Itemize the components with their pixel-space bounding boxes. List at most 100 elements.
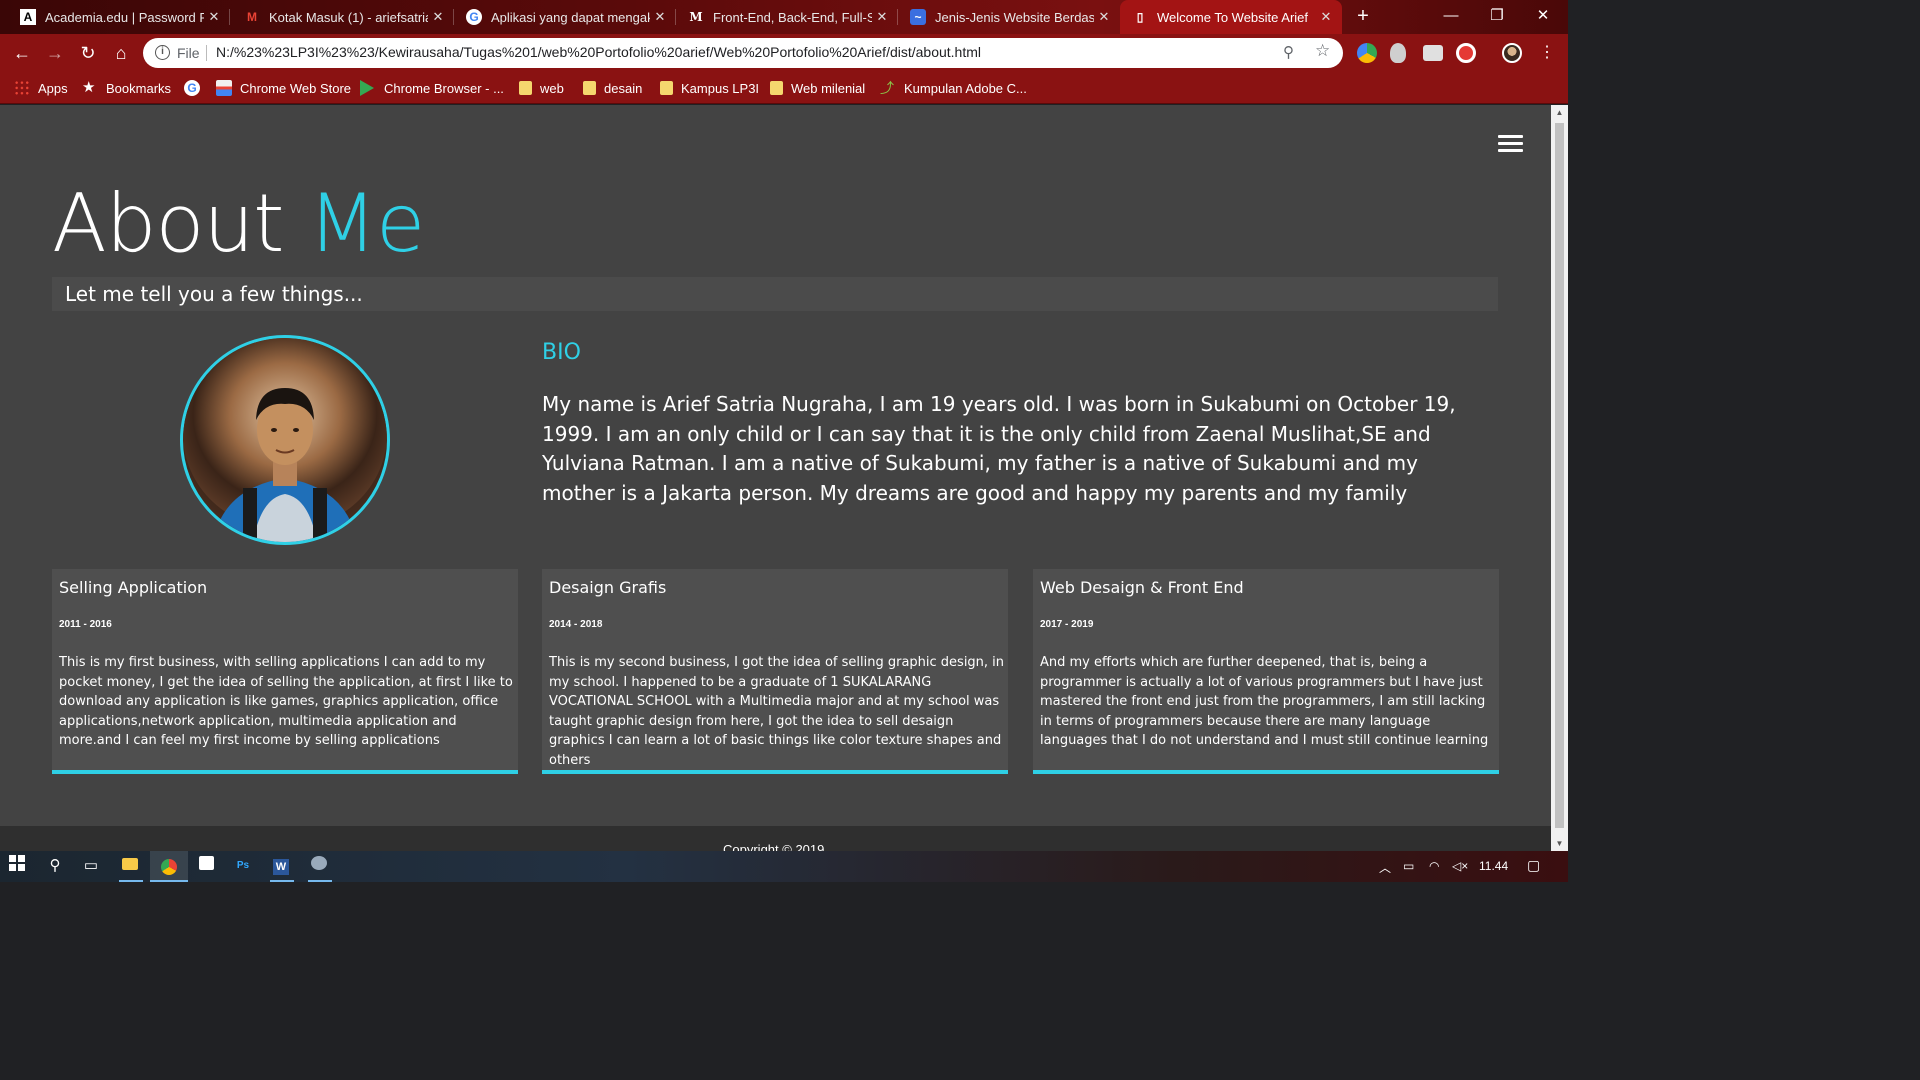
forward-button[interactable]: → [44,42,66,64]
close-tab-icon[interactable]: ✕ [204,9,224,25]
file-explorer-icon[interactable] [119,855,141,877]
bookmark-folder-web-milenial[interactable]: Web milenial [770,78,865,98]
close-tab-icon[interactable]: ✕ [1094,9,1114,25]
profile-photo-illustration [183,338,387,542]
browser-toolbar: ← → ↻ ⌂ i File N:/%23%23LP3I%23%23/Kewir… [0,34,1568,72]
close-window-button[interactable]: ✕ [1520,0,1566,34]
scroll-up-arrow-icon[interactable]: ▲ [1555,108,1564,117]
show-hidden-icons-icon[interactable]: ︿ [1379,859,1391,876]
medium-icon: M [689,10,703,24]
tab-strip: A Academia.edu | Password Re ✕ M Kotak M… [0,0,1568,34]
card-title: Desaign Grafis [549,578,667,597]
battery-icon[interactable]: ▭ [1403,859,1414,873]
menu-kebab-icon[interactable]: ⋮ [1536,42,1558,64]
misc-app-icon[interactable] [308,855,330,877]
scheme-label: File [177,45,200,61]
close-tab-icon[interactable]: ✕ [428,9,448,25]
home-button[interactable]: ⌂ [110,42,132,64]
bookmark-label: Apps [38,80,68,96]
google-icon: G [184,80,200,96]
extension-drive-icon[interactable] [1357,43,1377,63]
tab-title: Aplikasi yang dapat mengak [491,9,650,25]
extension-record-icon[interactable] [1456,43,1476,63]
bookmark-label: Chrome Browser - ... [384,80,504,96]
play-icon [360,80,374,96]
bookmark-chrome-browser[interactable]: Chrome Browser - ... [360,78,504,98]
card-title: Selling Application [59,578,208,597]
scrollbar-thumb[interactable] [1555,123,1564,828]
bookmark-folder-web[interactable]: web [519,78,564,98]
volume-muted-icon[interactable]: ◁× [1452,859,1468,873]
tab-jenis-website[interactable]: ~ Jenis-Jenis Website Berdasar ✕ [898,0,1120,34]
windows-start-icon[interactable] [6,855,28,877]
tab-google[interactable]: G Aplikasi yang dapat mengak ✕ [454,0,676,34]
task-view-icon[interactable]: ▭ [80,855,102,877]
photoshop-icon[interactable]: Ps [232,855,254,877]
folder-icon [583,81,596,95]
bookmark-folder-kampus[interactable]: Kampus LP3I [660,78,759,98]
bio-heading: BIO [542,340,581,365]
chrome-icon[interactable] [150,851,188,882]
tab-title: Front-End, Back-End, Full-Sta [713,9,872,25]
close-tab-icon[interactable]: ✕ [872,9,892,25]
card-years: 2011 - 2016 [59,619,112,630]
profile-photo [180,335,390,545]
bookmark-chrome-web-store[interactable]: Chrome Web Store [216,78,351,98]
back-button[interactable]: ← [11,42,33,64]
subtitle-bar: Let me tell you a few things... [52,277,1498,311]
address-divider [206,45,207,61]
gmail-icon: M [247,10,257,24]
clock[interactable]: 11.44 [1479,859,1508,873]
tab-medium[interactable]: M Front-End, Back-End, Full-Sta ✕ [676,0,898,34]
bookmark-label: Web milenial [791,80,866,96]
google-icon: G [466,9,482,25]
site-icon: ~ [910,9,926,25]
adobe-icon: ⤴ [880,80,894,96]
new-tab-button[interactable]: + [1352,5,1374,27]
hamburger-menu-icon[interactable] [1498,135,1523,152]
profile-avatar-icon[interactable] [1502,43,1522,63]
bookmark-label: desain [604,80,643,96]
search-icon[interactable]: ⚲ [44,855,66,877]
page-title: About Me [52,177,425,270]
zoom-icon[interactable]: ⚲ [1283,43,1294,61]
minimize-button[interactable]: — [1428,0,1474,34]
reload-button[interactable]: ↻ [77,42,99,64]
close-tab-icon[interactable]: ✕ [650,9,670,25]
url-text[interactable]: N:/%23%23LP3I%23%23/Kewirausaha/Tugas%20… [216,44,981,60]
folder-icon [519,81,532,95]
tab-welcome-arief[interactable]: ▯ Welcome To Website Arief ✕ [1120,0,1342,34]
experience-card-web-design: Web Desaign & Front End 2017 - 2019 And … [1033,569,1499,774]
bio-text: My name is Arief Satria Nugraha, I am 19… [542,392,1456,505]
bookmarks-bar: Apps ★ Bookmarks G Chrome Web Store Chro… [0,72,1568,104]
page-footer: Copyright © 2019 [0,826,1551,851]
folder-icon [770,81,783,95]
bookmark-folder-desain[interactable]: desain [583,78,642,98]
tab-title: Kotak Masuk (1) - ariefsatria5 [269,9,428,25]
tab-gmail[interactable]: M Kotak Masuk (1) - ariefsatria5 ✕ [232,0,454,34]
card-text: And my efforts which are further deepene… [1040,655,1489,749]
bookmark-label: Bookmarks [106,80,172,96]
scroll-down-arrow-icon[interactable]: ▼ [1555,839,1564,848]
bookmark-star-icon[interactable]: ☆ [1315,41,1330,61]
academia-icon: A [20,9,36,25]
word-icon[interactable]: W [270,855,292,877]
notifications-icon[interactable]: ▢ [1527,857,1540,874]
address-bar[interactable]: i File N:/%23%23LP3I%23%23/Kewirausaha/T… [143,38,1343,68]
extension-cast-icon[interactable] [1423,45,1443,61]
extension-bulb-icon[interactable] [1390,43,1406,63]
store-icon[interactable] [195,855,217,877]
bookmark-google[interactable]: G [184,78,208,98]
info-icon[interactable]: i [155,45,170,60]
bookmark-kumpulan-adobe[interactable]: ⤴ Kumpulan Adobe C... [880,78,1027,98]
bookmark-label: web [540,80,564,96]
restore-button[interactable]: ❐ [1474,0,1520,34]
bookmark-label: Chrome Web Store [240,80,352,96]
bookmark-apps[interactable]: Apps [14,78,68,98]
close-tab-icon[interactable]: ✕ [1316,9,1336,25]
tab-academia[interactable]: A Academia.edu | Password Re ✕ [8,0,230,34]
card-text: This is my first business, with selling … [59,655,513,749]
vertical-scrollbar[interactable]: ▲ ▼ [1551,105,1568,851]
bookmark-bookmarks[interactable]: ★ Bookmarks [82,78,171,98]
wifi-icon[interactable]: ◠ [1429,859,1439,873]
